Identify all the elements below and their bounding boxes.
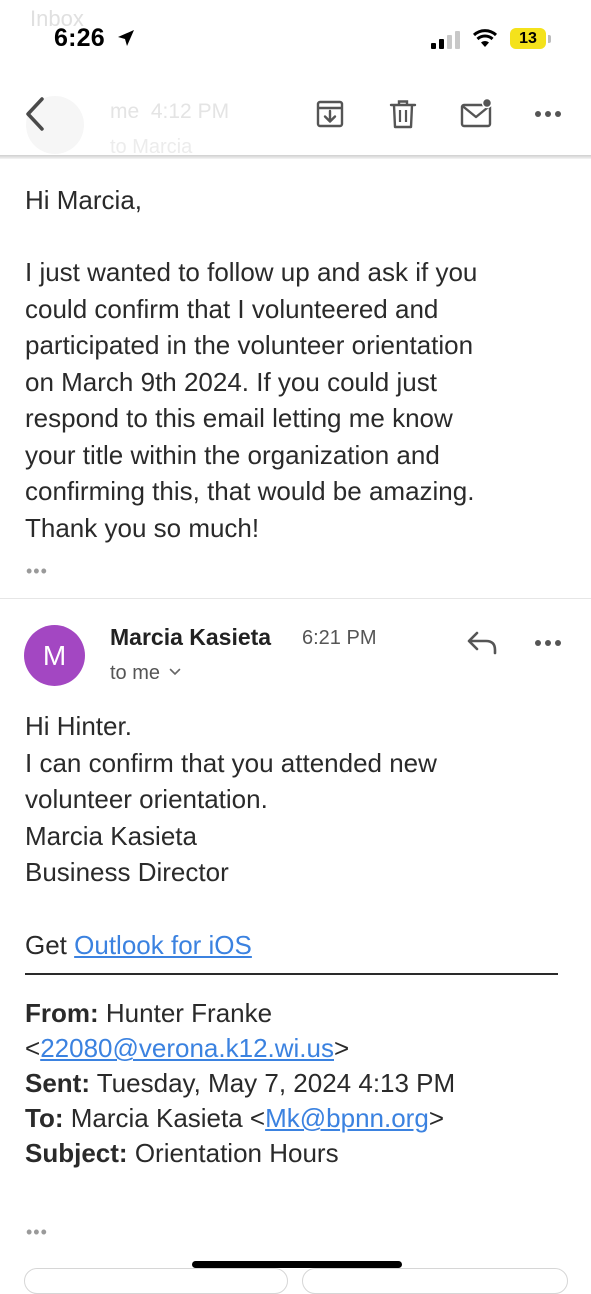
reply-line: volunteer orientation. xyxy=(25,784,268,814)
subject-value: Orientation Hours xyxy=(134,1138,339,1168)
message-divider xyxy=(0,598,591,599)
quoted-header: From: Hunter Franke <22080@verona.k12.wi… xyxy=(25,995,455,1170)
recipient-label: to me xyxy=(110,662,161,684)
quoted-from: From: Hunter Franke xyxy=(25,995,455,1030)
message-line: participated in the volunteer orientatio… xyxy=(25,330,474,360)
battery-level: 13 xyxy=(519,30,537,47)
message-line: confirming this, that would be amazing. xyxy=(25,476,475,506)
quoted-to: To: Marcia Kasieta <Mk@bpnn.org> xyxy=(25,1103,444,1133)
trash-icon[interactable] xyxy=(387,98,419,130)
status-time: 6:26 xyxy=(54,24,105,52)
message-greeting: Hi Marcia, xyxy=(25,185,143,215)
forward-action-button[interactable] xyxy=(302,1268,568,1294)
message-line: your title within the organization and xyxy=(25,439,440,470)
quoted-from-email: <22080@verona.k12.wi.us> xyxy=(25,1033,350,1063)
to-name: Marcia Kasieta < xyxy=(70,1103,266,1133)
message-line: could confirm that I volunteered and xyxy=(25,293,439,324)
chevron-down-icon xyxy=(169,668,180,676)
mark-unread-icon[interactable] xyxy=(460,98,494,130)
from-name: Hunter Franke xyxy=(105,998,273,1028)
sent-label: Sent: xyxy=(25,1068,90,1098)
outlook-ios-link[interactable]: Outlook for iOS xyxy=(74,930,252,960)
show-quoted-button[interactable]: ••• xyxy=(26,561,48,582)
home-indicator[interactable] xyxy=(192,1261,402,1268)
reply-body: Hi Hinter. I can confirm that you attend… xyxy=(25,708,437,964)
battery-icon: 13 xyxy=(510,28,546,49)
archive-icon[interactable] xyxy=(314,98,346,130)
reply-line: Business Director xyxy=(25,857,229,887)
recipient-toggle[interactable]: to me xyxy=(110,662,181,685)
reply-icon[interactable] xyxy=(466,630,498,656)
reply-line: Hi Hinter. xyxy=(25,711,132,741)
reply-action-button[interactable] xyxy=(24,1268,288,1294)
show-trimmed-button[interactable]: ••• xyxy=(26,1222,48,1243)
location-arrow-icon xyxy=(118,30,134,46)
to-label: To: xyxy=(25,1103,64,1133)
quoted-sent: Sent: Tuesday, May 7, 2024 4:13 PM xyxy=(25,1065,455,1100)
to-email-link[interactable]: Mk@bpnn.org xyxy=(265,1103,429,1133)
battery-nub xyxy=(548,35,551,43)
from-label: From: xyxy=(25,998,99,1028)
quoted-subject: Subject: Orientation Hours xyxy=(25,1135,455,1170)
more-icon[interactable] xyxy=(533,98,563,130)
message-more-icon[interactable] xyxy=(533,627,563,659)
message-time: 6:21 PM xyxy=(302,627,377,649)
message-line: on March 9th 2024. If you could just xyxy=(25,366,437,397)
signature-line: Get Outlook for iOS xyxy=(25,927,437,964)
quote-separator xyxy=(25,973,558,975)
subject-label: Subject: xyxy=(25,1138,128,1168)
scrolled-sender: me 4:12 PM xyxy=(110,100,230,123)
message-body: I just wanted to follow up and ask if yo… xyxy=(25,254,555,546)
message-line: respond to this email letting me know xyxy=(25,403,453,433)
reply-line: Marcia Kasieta xyxy=(25,820,197,851)
sender-avatar[interactable]: M xyxy=(24,625,85,686)
wifi-icon xyxy=(472,29,498,47)
sent-value: Tuesday, May 7, 2024 4:13 PM xyxy=(96,1068,456,1098)
back-chevron-icon[interactable] xyxy=(22,96,48,132)
toolbar-shadow xyxy=(0,155,591,159)
from-email-link[interactable]: 22080@verona.k12.wi.us xyxy=(40,1033,334,1063)
cellular-signal-icon xyxy=(431,31,460,49)
message-line: I just wanted to follow up and ask if yo… xyxy=(25,257,478,287)
sender-name[interactable]: Marcia Kasieta xyxy=(110,624,271,651)
message-line: Thank you so much! xyxy=(25,512,260,543)
reply-line: I can confirm that you attended new xyxy=(25,747,437,778)
signature-prefix: Get xyxy=(25,930,75,960)
